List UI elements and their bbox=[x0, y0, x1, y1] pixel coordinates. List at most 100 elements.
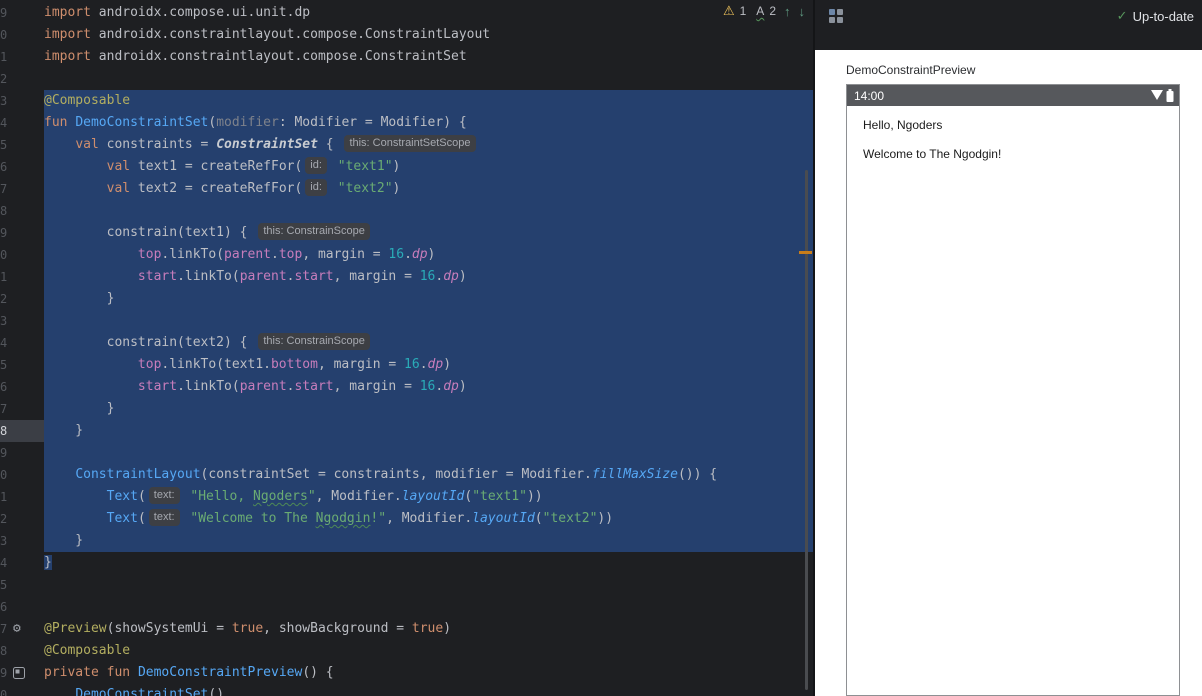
code-line[interactable]: 3 } bbox=[0, 530, 813, 552]
token: , margin = bbox=[333, 379, 420, 394]
gutter[interactable]: 8 bbox=[0, 420, 44, 442]
inlay-hint[interactable]: this: ConstrainScope bbox=[258, 333, 370, 350]
gutter[interactable]: 1 bbox=[0, 486, 44, 508]
inlay-hint[interactable]: this: ConstraintSetScope bbox=[344, 135, 476, 152]
gutter[interactable]: 4 bbox=[0, 112, 44, 134]
inlay-hint[interactable]: text: bbox=[148, 487, 180, 504]
gutter[interactable]: 1 bbox=[0, 46, 44, 68]
code-line[interactable]: 6 val text1 = createRefFor(id: "text1") bbox=[0, 156, 813, 178]
code-line[interactable]: 0 top.linkTo(parent.top, margin = 16.dp) bbox=[0, 244, 813, 266]
code-line[interactable]: 5 top.linkTo(text1.bottom, margin = 16.d… bbox=[0, 354, 813, 376]
code-line[interactable]: 0 DemoConstraintSet() bbox=[0, 684, 813, 696]
code-line[interactable]: 3 @Composable bbox=[0, 90, 813, 112]
inlay-hint[interactable]: id: bbox=[305, 179, 327, 196]
inlay-hint[interactable]: this: ConstrainScope bbox=[258, 223, 370, 240]
gutter[interactable]: 2 bbox=[0, 288, 44, 310]
token: "text2" bbox=[337, 181, 393, 196]
token: , margin = bbox=[333, 269, 420, 284]
gutter[interactable]: 0 bbox=[0, 464, 44, 486]
token: 16 bbox=[404, 357, 420, 372]
line-number: 5 bbox=[0, 578, 8, 592]
gutter[interactable]: 2 bbox=[0, 68, 44, 90]
code-line[interactable]: 1 import androidx.constraintlayout.compos… bbox=[0, 46, 813, 68]
gutter[interactable]: 0 bbox=[0, 24, 44, 46]
gutter[interactable]: 8 bbox=[0, 640, 44, 662]
code-text: } bbox=[44, 530, 813, 552]
gutter[interactable]: 3 bbox=[0, 310, 44, 332]
code-line[interactable]: 0 ConstraintLayout(constraintSet = const… bbox=[0, 464, 813, 486]
line-number: 7 bbox=[0, 402, 8, 416]
code-line[interactable]: 5 bbox=[0, 574, 813, 596]
gutter[interactable]: 5 bbox=[0, 574, 44, 596]
gutter[interactable]: 3 bbox=[0, 90, 44, 112]
token: . bbox=[419, 357, 428, 372]
preview-grid-icon[interactable] bbox=[829, 9, 843, 23]
code-line[interactable]: 8 @Composable bbox=[0, 640, 813, 662]
error-stripe-warning-mark[interactable] bbox=[799, 251, 812, 254]
gutter[interactable]: 9 bbox=[0, 662, 44, 684]
gutter[interactable]: 3 bbox=[0, 530, 44, 552]
gutter[interactable]: 7 ⚙ bbox=[0, 618, 44, 640]
preview-settings-gear-icon[interactable]: ⚙ bbox=[13, 618, 21, 640]
code-text: @Preview(showSystemUi = true, showBackgr… bbox=[44, 618, 813, 640]
code-line[interactable]: 7 val text2 = createRefFor(id: "text2") bbox=[0, 178, 813, 200]
code-line[interactable]: 7 } bbox=[0, 398, 813, 420]
inlay-hint[interactable]: text: bbox=[148, 509, 180, 526]
device-preview-frame[interactable]: 14:00 Hello, Ngoders Welcome to The Ngod… bbox=[846, 84, 1180, 696]
code-text bbox=[44, 310, 813, 332]
code-line[interactable]: 2 bbox=[0, 68, 813, 90]
gutter[interactable]: 5 bbox=[0, 354, 44, 376]
gutter[interactable]: 7 bbox=[0, 398, 44, 420]
code-line[interactable]: 6 bbox=[0, 596, 813, 618]
gutter[interactable]: 4 bbox=[0, 332, 44, 354]
inlay-hint[interactable]: id: bbox=[305, 157, 327, 174]
code-line[interactable]: 4 fun DemoConstraintSet(modifier: Modifie… bbox=[0, 112, 813, 134]
gutter[interactable]: 4 bbox=[0, 552, 44, 574]
code-line[interactable]: 1 start.linkTo(parent.start, margin = 16… bbox=[0, 266, 813, 288]
code-line[interactable]: 4} bbox=[0, 552, 813, 574]
token: () bbox=[208, 687, 225, 696]
gutter[interactable]: 1 bbox=[0, 266, 44, 288]
token: } bbox=[44, 423, 84, 438]
gutter[interactable]: 9 bbox=[0, 442, 44, 464]
line-number: 2 bbox=[0, 512, 8, 526]
inspection-widget[interactable]: ⚠ 1 A 2 ↑ ↓ bbox=[723, 3, 805, 19]
code-line[interactable]: 0 import androidx.constraintlayout.compos… bbox=[0, 24, 813, 46]
gutter[interactable]: 0 bbox=[0, 244, 44, 266]
code-line[interactable]: 9 bbox=[0, 442, 813, 464]
gutter[interactable]: 6 bbox=[0, 596, 44, 618]
code-line[interactable]: 6 start.linkTo(parent.start, margin = 16… bbox=[0, 376, 813, 398]
code-editor[interactable]: 9 import androidx.compose.ui.unit.dp 0 impo… bbox=[0, 0, 813, 696]
line-number: 2 bbox=[0, 72, 8, 86]
token: (showSystemUi = bbox=[106, 621, 232, 636]
code-line[interactable]: 8 bbox=[0, 200, 813, 222]
code-line[interactable]: 1 Text(text: "Hello, Ngoders", Modifier.… bbox=[0, 486, 813, 508]
gutter[interactable]: 9 bbox=[0, 2, 44, 24]
code-line[interactable]: 3 bbox=[0, 310, 813, 332]
code-line[interactable]: 5 val constraints = ConstraintSet { this… bbox=[0, 134, 813, 156]
code-line[interactable]: 2 } bbox=[0, 288, 813, 310]
code-line[interactable]: 9 private fun DemoConstraintPreview() { bbox=[0, 662, 813, 684]
gutter[interactable]: 9 bbox=[0, 222, 44, 244]
code-line[interactable]: 8 } bbox=[0, 420, 813, 442]
gutter[interactable]: 5 bbox=[0, 134, 44, 156]
preview-name-label[interactable]: DemoConstraintPreview bbox=[846, 63, 1202, 77]
code-text: } bbox=[44, 420, 813, 442]
gutter[interactable]: 7 bbox=[0, 178, 44, 200]
prev-highlight-arrow-up-icon[interactable]: ↑ bbox=[784, 4, 791, 19]
code-line[interactable]: 7 ⚙ @Preview(showSystemUi = true, showBack… bbox=[0, 618, 813, 640]
editor-scrollbar[interactable] bbox=[805, 170, 808, 690]
code-line[interactable]: 9 import androidx.compose.ui.unit.dp bbox=[0, 2, 813, 24]
gutter[interactable]: 8 bbox=[0, 200, 44, 222]
compose-preview-gutter-icon[interactable] bbox=[13, 667, 25, 679]
code-line[interactable]: 9 constrain(text1) { this: ConstrainScop… bbox=[0, 222, 813, 244]
code-line[interactable]: 2 Text(text: "Welcome to The Ngodgin!", … bbox=[0, 508, 813, 530]
gutter[interactable]: 6 bbox=[0, 156, 44, 178]
gutter[interactable]: 0 bbox=[0, 684, 44, 696]
gutter[interactable]: 2 bbox=[0, 508, 44, 530]
next-highlight-arrow-down-icon[interactable]: ↓ bbox=[799, 4, 806, 19]
gutter[interactable]: 6 bbox=[0, 376, 44, 398]
code-line[interactable]: 4 constrain(text2) { this: ConstrainScop… bbox=[0, 332, 813, 354]
